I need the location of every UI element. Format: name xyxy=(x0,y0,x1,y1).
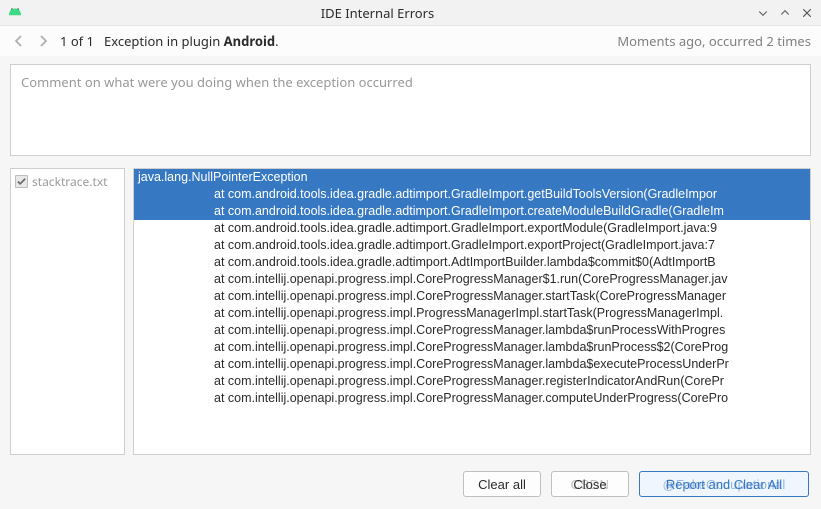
stacktrace-line[interactable]: at com.intellij.openapi.progress.impl.Co… xyxy=(134,322,810,339)
primary-button-label: Report and Clear All xyxy=(666,477,782,492)
occurrence-meta: Moments ago, occurred 2 times xyxy=(617,32,811,50)
stacktrace-line[interactable]: at com.android.tools.idea.gradle.adtimpo… xyxy=(134,254,810,271)
stacktrace-line[interactable]: at com.intellij.openapi.progress.impl.Co… xyxy=(134,373,810,390)
minimize-icon[interactable] xyxy=(755,5,771,21)
clear-all-button[interactable]: Clear all xyxy=(463,471,541,497)
stacktrace-line[interactable]: at com.intellij.openapi.progress.impl.Pr… xyxy=(134,305,810,322)
prev-error-button[interactable] xyxy=(10,32,28,50)
close-icon[interactable] xyxy=(799,5,815,21)
report-and-clear-button[interactable]: Report and Clear All @FakeOccupational xyxy=(639,471,809,497)
attachments-panel: stacktrace.txt xyxy=(10,168,125,455)
attachment-item[interactable]: stacktrace.txt xyxy=(15,172,120,191)
attachment-label: stacktrace.txt xyxy=(32,173,108,190)
error-counter: 1 of 1 xyxy=(60,32,94,50)
stacktrace-line[interactable]: at com.android.tools.idea.gradle.adtimpo… xyxy=(134,203,810,220)
stacktrace-panel[interactable]: java.lang.NullPointerExceptionat com.and… xyxy=(133,168,811,455)
stacktrace-line[interactable]: at com.intellij.openapi.progress.impl.Co… xyxy=(134,288,810,305)
error-nav-bar: 1 of 1 Exception in plugin Android. Mome… xyxy=(0,26,821,56)
exception-plugin-name: Android xyxy=(224,32,275,50)
next-error-button[interactable] xyxy=(34,32,52,50)
stacktrace-line[interactable]: at com.intellij.openapi.progress.impl.Co… xyxy=(134,271,810,288)
exception-prefix: Exception in plugin xyxy=(104,32,220,50)
exception-title: Exception in plugin Android. xyxy=(104,32,279,50)
stacktrace-line[interactable]: at com.intellij.openapi.progress.impl.Co… xyxy=(134,356,810,373)
stacktrace-line[interactable]: at com.android.tools.idea.gradle.adtimpo… xyxy=(134,220,810,237)
stacktrace-line[interactable]: java.lang.NullPointerException xyxy=(134,169,810,186)
stacktrace-line[interactable]: at com.android.tools.idea.gradle.adtimpo… xyxy=(134,186,810,203)
stacktrace-line[interactable]: at com.intellij.openapi.progress.impl.Co… xyxy=(134,390,810,407)
dialog-footer: Clear all Close CSDN Report and Clear Al… xyxy=(0,461,821,509)
window-title: IDE Internal Errors xyxy=(6,4,749,22)
attachment-checkbox[interactable] xyxy=(15,175,28,188)
close-button[interactable]: Close CSDN xyxy=(551,471,629,497)
stacktrace-line[interactable]: at com.android.tools.idea.gradle.adtimpo… xyxy=(134,237,810,254)
comment-textarea[interactable]: Comment on what were you doing when the … xyxy=(10,64,811,156)
title-bar: IDE Internal Errors xyxy=(0,0,821,26)
close-button-label: Close xyxy=(573,477,606,492)
maximize-icon[interactable] xyxy=(777,5,793,21)
stacktrace-line[interactable]: at com.intellij.openapi.progress.impl.Co… xyxy=(134,339,810,356)
